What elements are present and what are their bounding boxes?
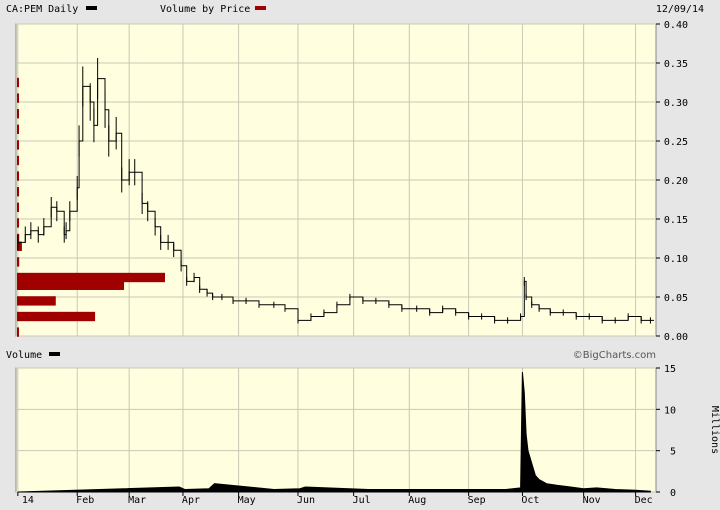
volume-y-tick-label: 10 xyxy=(664,405,676,416)
x-tick-label: Dec xyxy=(635,495,653,506)
x-tick-label: Mar xyxy=(128,495,146,506)
price-y-tick-label: 0.30 xyxy=(664,98,688,109)
x-tick-label: Nov xyxy=(583,495,601,506)
price-y-tick-label: 0.25 xyxy=(664,137,688,148)
vbp-bar xyxy=(17,272,165,283)
volume-y-tick-label: 5 xyxy=(670,447,676,458)
volume-units-label: Millions xyxy=(709,406,720,454)
chart-canvas: CA:PEM Daily Volume by Price 12/09/14 0.… xyxy=(0,0,720,510)
bigcharts-watermark: ©BigCharts.com xyxy=(573,350,656,361)
price-y-tick-label: 0.35 xyxy=(664,59,688,70)
vbp-bar xyxy=(17,257,20,267)
x-tick-label: Feb xyxy=(76,495,94,506)
x-tick-label: 14 xyxy=(22,495,34,506)
price-y-tick-label: 0.20 xyxy=(664,176,688,187)
price-y-tick-label: 0.10 xyxy=(664,254,688,265)
x-tick-label: Sep xyxy=(468,495,486,506)
vbp-legend-swatch xyxy=(255,6,266,10)
vbp-bar xyxy=(17,155,19,166)
x-tick-label: Oct xyxy=(521,495,539,506)
symbol-legend-swatch xyxy=(86,6,97,10)
x-tick-label: Aug xyxy=(408,495,426,506)
price-y-tick-label: 0.00 xyxy=(664,332,688,343)
x-tick-label: Apr xyxy=(182,495,200,506)
volume-y-tick-label: 15 xyxy=(664,364,676,375)
x-tick-label: Jul xyxy=(353,495,371,506)
x-tick-label: Jun xyxy=(297,495,315,506)
price-y-tick-label: 0.05 xyxy=(664,293,688,304)
x-tick-label: May xyxy=(238,495,256,506)
volume-panel-label: Volume xyxy=(6,350,42,361)
vbp-bar xyxy=(17,140,19,150)
vbp-bar xyxy=(17,296,56,306)
vbp-bar xyxy=(17,93,19,103)
price-y-tick-label: 0.40 xyxy=(664,20,688,31)
symbol-label: CA:PEM Daily xyxy=(6,4,78,15)
header-date: 12/09/14 xyxy=(656,4,704,15)
vbp-bar xyxy=(17,171,19,181)
vbp-bar xyxy=(17,202,19,212)
vbp-bar xyxy=(17,327,19,337)
vbp-bar xyxy=(17,124,19,134)
volume-y-tick-label: 0 xyxy=(670,488,676,499)
price-y-tick-label: 0.15 xyxy=(664,215,688,226)
vbp-bar xyxy=(17,109,19,119)
vbp-bar xyxy=(17,187,19,197)
vbp-bar xyxy=(17,218,19,228)
vbp-bar xyxy=(17,311,96,322)
volume-plot-area xyxy=(15,367,657,493)
vbp-bar xyxy=(17,77,19,88)
volume-by-price-label: Volume by Price xyxy=(160,4,250,15)
volume-legend-swatch xyxy=(49,352,60,356)
